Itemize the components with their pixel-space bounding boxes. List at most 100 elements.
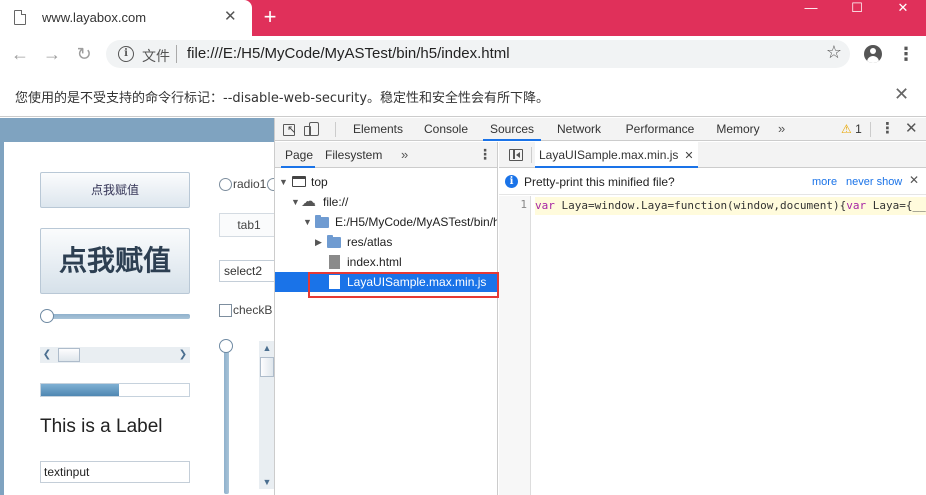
selection-highlight-box	[308, 272, 499, 298]
close-window-button[interactable]: ✕	[880, 0, 926, 20]
scroll-right-icon[interactable]: ❯	[176, 347, 190, 363]
site-info-icon[interactable]: i	[118, 46, 134, 62]
browser-tab[interactable]: www.layabox.com ✕	[0, 0, 252, 36]
maximize-button[interactable]: ☐	[834, 0, 880, 20]
line-gutter	[499, 196, 531, 495]
horizontal-slider-handle[interactable]	[40, 309, 54, 323]
pretty-print-close-icon[interactable]: ✕	[909, 173, 919, 187]
url-separator	[176, 45, 177, 63]
more-link[interactable]: more	[812, 176, 837, 188]
inspect-element-icon[interactable]	[283, 124, 296, 136]
tab-performance[interactable]: Performance	[619, 118, 701, 141]
browser-toolbar: ← → ↻ i 文件 file:///E:/H5/MyCode/MyASTest…	[0, 36, 926, 72]
code-line[interactable]: var Laya=window.Laya=function(window,doc…	[535, 197, 926, 215]
minimize-button[interactable]: —	[788, 0, 834, 20]
forward-icon[interactable]: →	[40, 42, 64, 66]
navigator-more-icon[interactable]: »	[401, 142, 408, 167]
warning-infobar: 您使用的是不受支持的命令行标记：--disable-web-security。稳…	[0, 72, 926, 117]
text-input[interactable]: textinput	[40, 461, 190, 483]
close-tab-icon[interactable]: ✕	[224, 8, 237, 26]
device-toolbar-icon[interactable]	[304, 122, 319, 136]
horizontal-scrollbar[interactable]: ❮ ❯	[40, 347, 190, 363]
expanded-arrow-icon[interactable]: ▼	[291, 192, 300, 212]
new-tab-button[interactable]: +	[258, 4, 282, 30]
line-number: 1	[520, 198, 527, 211]
tree-item-folder[interactable]: ▼ E:/H5/MyCode/MyASTest/bin/h	[275, 212, 497, 232]
toolbar-divider-2	[870, 122, 871, 137]
radio-button[interactable]	[219, 178, 232, 191]
tree-label-origin: file://	[323, 195, 349, 209]
expanded-arrow-icon[interactable]: ▼	[279, 172, 288, 192]
tab-strip: www.layabox.com ✕ + — ☐ ✕	[0, 0, 926, 36]
tree-label-folder: E:/H5/MyCode/MyASTest/bin/h	[335, 215, 497, 229]
code-text: Laya=window.Laya=function(window,documen…	[554, 199, 847, 212]
folder-icon	[315, 215, 329, 228]
tree-item-subfolder[interactable]: ▶ res/atlas	[275, 232, 497, 252]
cloud-icon: ☁	[301, 193, 316, 210]
tree-item-top[interactable]: ▼ top	[275, 172, 497, 192]
url-text[interactable]: file:///E:/H5/MyCode/MyASTest/bin/h5/ind…	[187, 45, 510, 62]
tree-item-origin[interactable]: ▼ ☁ file://	[275, 192, 497, 212]
tab-memory[interactable]: Memory	[709, 118, 767, 141]
tree-label-file1: index.html	[347, 255, 402, 269]
back-icon[interactable]: ←	[8, 42, 32, 66]
expanded-arrow-icon[interactable]: ▼	[303, 212, 312, 232]
editor-file-name: LayaUISample.max.min.js	[539, 148, 679, 162]
bookmark-star-icon[interactable]: ☆	[826, 42, 842, 63]
scroll-down-icon[interactable]: ▼	[259, 475, 275, 489]
reload-icon[interactable]: ↻	[72, 42, 96, 66]
tree-item-index-html[interactable]: index.html	[275, 252, 497, 272]
editor-file-tab[interactable]: LayaUISample.max.min.js ✕	[535, 142, 698, 168]
vertical-slider-track[interactable]	[224, 346, 229, 494]
tab-elements[interactable]: Elements	[345, 118, 411, 141]
devtools-menu-icon[interactable]: ⋮	[880, 119, 895, 139]
devtools-close-icon[interactable]: ✕	[905, 120, 918, 138]
progress-fill	[41, 384, 120, 396]
vertical-slider-handle[interactable]	[219, 339, 233, 353]
tab-page[interactable]: Page	[281, 142, 315, 168]
pretty-print-prompt: Pretty-print this minified file?	[524, 175, 675, 189]
tab-filesystem[interactable]: Filesystem	[325, 142, 382, 168]
select-combo[interactable]: select2	[219, 260, 275, 282]
collapsed-arrow-icon[interactable]: ▶	[315, 232, 322, 252]
file-icon	[329, 255, 340, 269]
tab-sources[interactable]: Sources	[483, 118, 541, 141]
tab-title: www.layabox.com	[42, 10, 147, 25]
page-viewport: 点我赋值 点我赋值 radio1 tab1 select2 checkB ❮ ❯…	[0, 118, 275, 495]
checkbox[interactable]	[219, 304, 232, 317]
toolbar-divider	[335, 122, 336, 137]
close-file-icon[interactable]: ✕	[684, 150, 693, 162]
assign-button-small[interactable]: 点我赋值	[40, 172, 190, 208]
tree-label-top: top	[311, 175, 328, 189]
more-tabs-icon[interactable]: »	[778, 118, 785, 140]
url-scheme-label: 文件	[142, 48, 170, 64]
address-bar[interactable]: i 文件 file:///E:/H5/MyCode/MyASTest/bin/h…	[106, 40, 850, 68]
scroll-up-icon[interactable]: ▲	[259, 341, 275, 355]
warning-counter[interactable]: ⚠ 1	[841, 122, 862, 137]
account-icon[interactable]	[864, 45, 882, 63]
code-keyword: var	[535, 199, 555, 212]
infobar-message: 您使用的是不受支持的命令行标记：--disable-web-security。稳…	[15, 91, 550, 106]
horizontal-scroll-thumb[interactable]	[58, 348, 80, 362]
tab-console[interactable]: Console	[415, 118, 477, 141]
ui-tab[interactable]: tab1	[219, 213, 275, 236]
infobar-close-icon[interactable]: ✕	[894, 84, 909, 105]
navigator-tabs: Page Filesystem » ⋮	[275, 142, 497, 168]
scroll-left-icon[interactable]: ❮	[40, 347, 54, 363]
tab-network[interactable]: Network	[547, 118, 611, 141]
never-show-link[interactable]: never show	[846, 176, 902, 188]
assign-button-large[interactable]: 点我赋值	[40, 228, 190, 294]
browser-menu-icon[interactable]: ⋮	[896, 44, 916, 64]
code-keyword: var	[846, 199, 867, 212]
toggle-navigator-icon[interactable]	[509, 149, 523, 161]
editor-divider	[531, 147, 532, 163]
source-editor: LayaUISample.max.min.js ✕ i Pretty-print …	[499, 142, 926, 495]
navigator-menu-icon[interactable]: ⋮	[478, 143, 492, 166]
vertical-scrollbar[interactable]: ▲ ▼	[259, 341, 275, 489]
page-favicon-icon	[14, 10, 26, 25]
tab-divider	[219, 236, 275, 237]
vertical-scroll-thumb[interactable]	[260, 357, 274, 377]
horizontal-slider-track[interactable]	[44, 314, 190, 319]
devtools-panel: Elements Console Sources Network Perform…	[274, 118, 926, 495]
sources-navigator: Page Filesystem » ⋮ ▼ top ▼ ☁ file:// ▼ …	[275, 142, 498, 495]
